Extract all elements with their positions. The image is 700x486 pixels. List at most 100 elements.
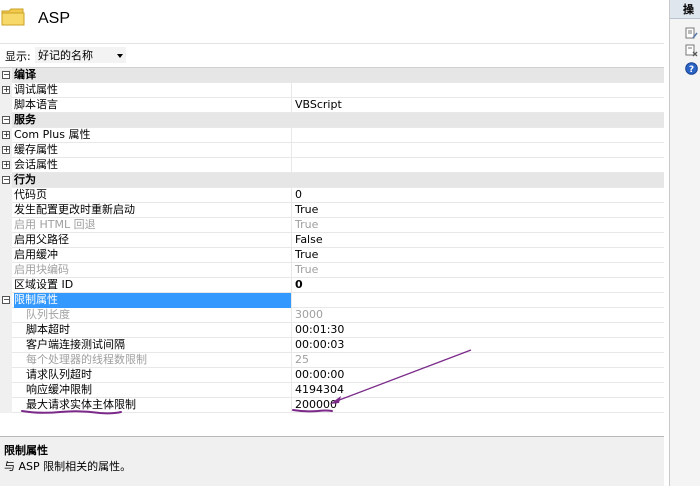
property-value[interactable]: 00:00:03 <box>295 338 660 353</box>
row-gutter <box>0 263 12 278</box>
row-gutter <box>0 383 12 398</box>
property-row[interactable]: + Com Plus 属性 <box>0 128 664 143</box>
collapse-icon[interactable]: − <box>2 176 10 184</box>
row-gutter <box>0 233 12 248</box>
property-row[interactable]: 启用父路径 False <box>0 233 664 248</box>
property-row[interactable]: + 调试属性 <box>0 83 664 98</box>
property-name: 启用 HTML 回退 <box>14 218 292 233</box>
property-value[interactable]: True <box>295 263 660 278</box>
row-gutter: − <box>0 113 12 128</box>
description-title: 限制属性 <box>4 444 48 457</box>
property-row[interactable]: 区域设置 ID 0 <box>0 278 664 293</box>
actions-header: 操作 <box>670 0 700 19</box>
row-gutter <box>0 368 12 383</box>
expand-icon[interactable]: + <box>2 86 10 94</box>
property-name: 最大请求实体主体限制 <box>26 398 292 413</box>
expand-icon[interactable]: + <box>2 161 10 169</box>
property-value[interactable]: 200000 <box>295 398 660 413</box>
row-gutter: + <box>0 83 12 98</box>
edit-icon[interactable] <box>685 27 698 40</box>
property-value[interactable]: 00:00:00 <box>295 368 660 383</box>
property-value[interactable]: False <box>295 233 660 248</box>
property-row[interactable]: 响应缓冲限制 4194304 <box>0 383 664 398</box>
property-row[interactable]: 启用块编码 True <box>0 263 664 278</box>
property-name: 缓存属性 <box>14 143 292 158</box>
property-value[interactable]: True <box>295 248 660 263</box>
property-value[interactable]: 4194304 <box>295 383 660 398</box>
property-row[interactable]: − 限制属性 <box>0 293 664 308</box>
property-row[interactable]: 每个处理器的线程数限制 25 <box>0 353 664 368</box>
property-value[interactable] <box>295 128 660 143</box>
property-value[interactable] <box>295 158 660 173</box>
property-row[interactable]: + 缓存属性 <box>0 143 664 158</box>
property-value[interactable]: 00:01:30 <box>295 323 660 338</box>
category-row[interactable]: − 服务 <box>0 113 664 128</box>
row-gutter <box>0 323 12 338</box>
row-gutter <box>0 188 12 203</box>
expand-icon[interactable]: + <box>2 146 10 154</box>
category-row[interactable]: − 行为 <box>0 173 664 188</box>
property-row[interactable]: 脚本语言 VBScript <box>0 98 664 113</box>
chevron-down-icon <box>117 54 123 58</box>
property-row[interactable]: 最大请求实体主体限制 200000 <box>0 398 664 413</box>
row-gutter <box>0 203 12 218</box>
property-value[interactable]: True <box>295 203 660 218</box>
property-name: 会话属性 <box>14 158 292 173</box>
property-value[interactable] <box>295 83 660 98</box>
description-panel: 限制属性 与 ASP 限制相关的属性。 <box>0 436 664 486</box>
property-value[interactable]: VBScript <box>295 98 660 113</box>
property-name: 发生配置更改时重新启动 <box>14 203 292 218</box>
svg-text:?: ? <box>689 65 694 75</box>
row-gutter: + <box>0 158 12 173</box>
property-name: 编译 <box>14 68 36 81</box>
property-value[interactable] <box>295 143 660 158</box>
property-grid: − 编译 + 调试属性 脚本语言 VBScript − 服务 + Com Plus 属性 + 缓存属性… <box>0 67 664 417</box>
property-value[interactable]: True <box>295 218 660 233</box>
collapse-icon[interactable]: − <box>2 296 10 304</box>
display-mode-value: 好记的名称 <box>38 49 93 62</box>
expand-icon[interactable]: + <box>2 131 10 139</box>
row-gutter: − <box>0 173 12 188</box>
property-row[interactable]: 启用 HTML 回退 True <box>0 218 664 233</box>
property-value[interactable]: 0 <box>295 188 660 203</box>
property-name: 响应缓冲限制 <box>26 383 292 398</box>
page-title: ASP <box>38 10 71 27</box>
display-toolbar: 显示: 好记的名称 <box>0 43 664 65</box>
remove-icon[interactable] <box>685 44 698 57</box>
property-value[interactable]: 0 <box>295 278 660 293</box>
property-name: 限制属性 <box>14 293 292 308</box>
property-name: Com Plus 属性 <box>14 128 292 143</box>
property-value[interactable]: 3000 <box>295 308 660 323</box>
row-gutter <box>0 338 12 353</box>
property-name: 启用缓冲 <box>14 248 292 263</box>
row-gutter <box>0 98 12 113</box>
property-row[interactable]: 启用缓冲 True <box>0 248 664 263</box>
property-name: 脚本超时 <box>26 323 292 338</box>
property-name: 调试属性 <box>14 83 292 98</box>
collapse-icon[interactable]: − <box>2 116 10 124</box>
row-gutter: + <box>0 128 12 143</box>
property-name: 请求队列超时 <box>26 368 292 383</box>
property-value[interactable]: 25 <box>295 353 660 368</box>
property-name: 区域设置 ID <box>14 278 292 293</box>
property-name: 启用父路径 <box>14 233 292 248</box>
help-icon[interactable]: ? <box>685 62 698 75</box>
row-gutter <box>0 353 12 368</box>
row-gutter <box>0 398 12 413</box>
property-name: 行为 <box>14 173 36 186</box>
category-row[interactable]: − 编译 <box>0 68 664 83</box>
page-header: ASP <box>0 0 664 42</box>
collapse-icon[interactable]: − <box>2 71 10 79</box>
features-view: ASP 显示: 好记的名称 − 编译 + 调试属性 脚本语言 VBScript − 服务 + Co… <box>0 0 664 486</box>
property-row[interactable]: 发生配置更改时重新启动 True <box>0 203 664 218</box>
property-row[interactable]: + 会话属性 <box>0 158 664 173</box>
property-row[interactable]: 代码页 0 <box>0 188 664 203</box>
property-row[interactable]: 脚本超时 00:01:30 <box>0 323 664 338</box>
property-row[interactable]: 请求队列超时 00:00:00 <box>0 368 664 383</box>
property-row[interactable]: 客户端连接测试间隔 00:00:03 <box>0 338 664 353</box>
folder-icon <box>1 8 25 26</box>
property-row[interactable]: 队列长度 3000 <box>0 308 664 323</box>
row-gutter <box>0 308 12 323</box>
display-mode-select[interactable]: 好记的名称 <box>34 46 127 64</box>
property-value[interactable] <box>295 293 660 308</box>
